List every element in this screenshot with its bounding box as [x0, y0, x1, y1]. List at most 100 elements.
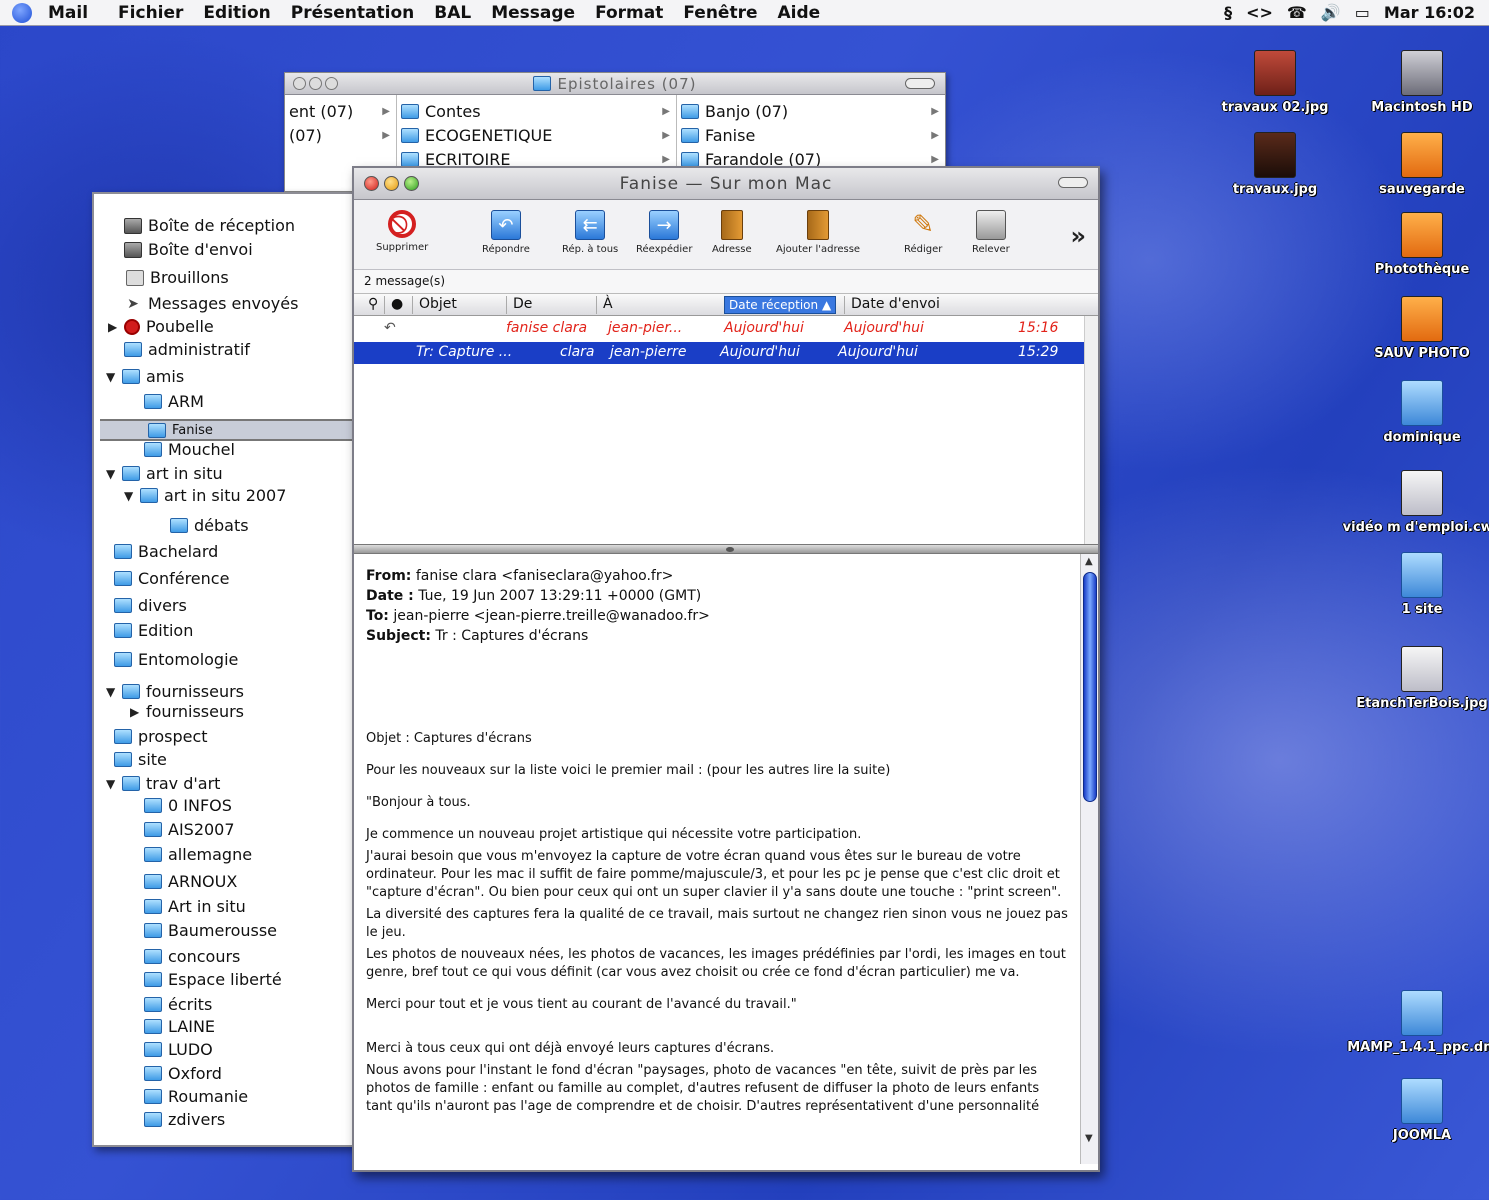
epistolaires-titlebar[interactable]: Epistolaires (07) [285, 73, 945, 95]
sidebar-item[interactable]: Baumerousse [144, 921, 277, 940]
column-item[interactable]: Banjo (07) ▶ [681, 99, 941, 123]
sidebar-item[interactable]: Bachelard [114, 542, 218, 561]
disclosure-down-icon[interactable]: ▼ [106, 685, 122, 699]
sidebar-item[interactable]: ▼ art in situ [106, 464, 223, 483]
sidebar-item[interactable]: ▼ trav d'art [106, 774, 220, 793]
status-column-icon[interactable]: ● [384, 296, 403, 314]
sidebar-item[interactable]: administratif [124, 340, 250, 359]
volume-icon[interactable]: 🔊 [1321, 3, 1341, 22]
column-item[interactable]: Fanise ▶ [681, 123, 941, 147]
minimize-button[interactable] [309, 77, 322, 90]
menu-message[interactable]: Message [491, 3, 575, 23]
phone-icon[interactable]: ☎ [1287, 3, 1307, 22]
get-mail-button[interactable]: Relever [972, 210, 1010, 255]
menu-aide[interactable]: Aide [778, 3, 821, 23]
sidebar-item[interactable]: divers [114, 596, 187, 615]
column-item[interactable]: Contes ▶ [401, 99, 672, 123]
compose-button[interactable]: ✎ Rédiger [904, 210, 942, 255]
sidebar-item[interactable]: ▼ art in situ 2007 [124, 486, 286, 505]
preview-scrollbar[interactable]: ▲ ▼ [1080, 554, 1098, 1164]
sidebar-item[interactable]: Boîte de réception [124, 216, 295, 235]
column-item[interactable]: (07) ▶ [289, 123, 392, 147]
sidebar-item[interactable]: ▼ fournisseurs [106, 682, 244, 701]
forward-button[interactable]: → Réexpédier [636, 210, 692, 255]
message-row-selected[interactable]: Tr: Capture ... clara jean-pierre Aujour… [354, 342, 1084, 364]
sidebar-item[interactable]: zdivers [144, 1110, 225, 1129]
desktop-icon[interactable]: MAMP_1.4.1_ppc.dm [1347, 990, 1489, 1055]
sidebar-item[interactable]: concours [144, 947, 240, 966]
sidebar-item[interactable]: 0 INFOS [144, 796, 232, 815]
column-date-received[interactable]: Date réception ▲ [724, 296, 837, 314]
sidebar-item[interactable]: allemagne [144, 845, 252, 864]
toolbar-toggle-button[interactable] [1058, 177, 1088, 188]
message-list-scrollbar[interactable] [1084, 316, 1098, 544]
sidebar-item[interactable]: ▼ amis [106, 367, 184, 386]
disclosure-right-icon[interactable]: ▶ [108, 320, 124, 334]
menu-clock[interactable]: Mar 16:02 [1384, 3, 1475, 22]
desktop-icon[interactable]: sauvegarde [1352, 132, 1489, 197]
minimize-button[interactable] [384, 176, 399, 191]
sidebar-item[interactable]: ▶ fournisseurs [130, 702, 244, 721]
sidebar-item[interactable]: LUDO [144, 1040, 213, 1059]
menu-fenetre[interactable]: Fenêtre [683, 3, 757, 23]
sidebar-item[interactable]: Espace liberté [144, 970, 282, 989]
sidebar-item[interactable]: Edition [114, 621, 193, 640]
desktop-icon[interactable]: JOOMLA [1352, 1078, 1489, 1143]
desktop-icon[interactable]: Macintosh HD [1352, 50, 1489, 115]
menu-bal[interactable]: BAL [434, 3, 471, 23]
toolbar-overflow-icon[interactable]: » [1070, 222, 1086, 250]
message-row[interactable]: ↶ fanise clara jean-pier... Aujourd'hui … [354, 318, 1084, 340]
sidebar-item[interactable]: site [114, 750, 167, 769]
disclosure-right-icon[interactable]: ▶ [130, 705, 146, 719]
close-button[interactable] [364, 176, 379, 191]
sidebar-item[interactable]: Oxford [144, 1064, 222, 1083]
sidebar-item[interactable]: Art in situ [144, 897, 246, 916]
zoom-button[interactable] [404, 176, 419, 191]
close-button[interactable] [293, 77, 306, 90]
column-item[interactable]: ent (07) ▶ [289, 99, 392, 123]
desktop-icon[interactable]: Photothèque [1352, 212, 1489, 277]
display-icon[interactable]: ▭ [1355, 3, 1370, 22]
reply-button[interactable]: ↶ Répondre [482, 210, 530, 255]
sidebar-item[interactable]: Conférence [114, 569, 229, 588]
sidebar-item[interactable]: ➤ Messages envoyés [124, 294, 298, 313]
desktop-icon[interactable]: travaux 02.jpg [1205, 50, 1345, 115]
sidebar-item[interactable]: écrits [144, 995, 212, 1014]
desktop-icon[interactable]: travaux.jpg [1205, 132, 1345, 197]
from-value[interactable]: fanise clara <faniseclara@yahoo.fr> [416, 568, 673, 584]
code-icon[interactable]: <> [1246, 3, 1273, 22]
address-button[interactable]: Adresse [712, 210, 752, 255]
attachment-column-icon[interactable]: ⚲ [362, 296, 378, 314]
column-from[interactable]: De [506, 296, 532, 314]
column-date-sent[interactable]: Date d'envoi [844, 296, 940, 314]
desktop-icon[interactable]: EtanchTerBois.jpg [1352, 646, 1489, 711]
menu-app[interactable]: Mail [48, 3, 88, 23]
to-value[interactable]: jean-pierre <jean-pierre.treille@wanadoo… [393, 608, 710, 624]
sidebar-item[interactable]: Fanise [100, 419, 352, 441]
disclosure-down-icon[interactable]: ▼ [124, 489, 140, 503]
sidebar-item[interactable]: ▶ Poubelle [108, 317, 214, 336]
reply-all-button[interactable]: ⇇ Rép. à tous [562, 210, 618, 255]
desktop-icon[interactable]: vidéo m d'emploi.cwk [1343, 470, 1489, 535]
desktop-icon[interactable]: 1 site [1352, 552, 1489, 617]
apple-menu-icon[interactable] [12, 2, 32, 23]
add-address-button[interactable]: Ajouter l'adresse [776, 210, 860, 255]
scroll-down-arrow-icon[interactable]: ▼ [1085, 1133, 1093, 1144]
scroll-thumb[interactable] [1083, 572, 1097, 802]
zoom-button[interactable] [325, 77, 338, 90]
disclosure-down-icon[interactable]: ▼ [106, 777, 122, 791]
sidebar-item[interactable]: débats [170, 516, 249, 535]
column-to[interactable]: À [596, 296, 613, 314]
delete-button[interactable]: ⃠ Supprimer [376, 210, 428, 253]
sidebar-item[interactable]: Entomologie [114, 650, 238, 669]
disclosure-down-icon[interactable]: ▼ [106, 370, 122, 384]
disclosure-down-icon[interactable]: ▼ [106, 467, 122, 481]
pane-splitter[interactable] [354, 544, 1098, 554]
column-subject[interactable]: Objet [412, 296, 457, 314]
menu-edition[interactable]: Edition [203, 3, 270, 23]
sidebar-item[interactable]: Boîte d'envoi [124, 240, 253, 259]
desktop-icon[interactable]: dominique [1352, 380, 1489, 445]
mail-titlebar[interactable]: Fanise — Sur mon Mac [354, 168, 1098, 200]
column-item[interactable]: ECOGENETIQUE ▶ [401, 123, 672, 147]
script-icon[interactable]: § [1224, 3, 1232, 22]
